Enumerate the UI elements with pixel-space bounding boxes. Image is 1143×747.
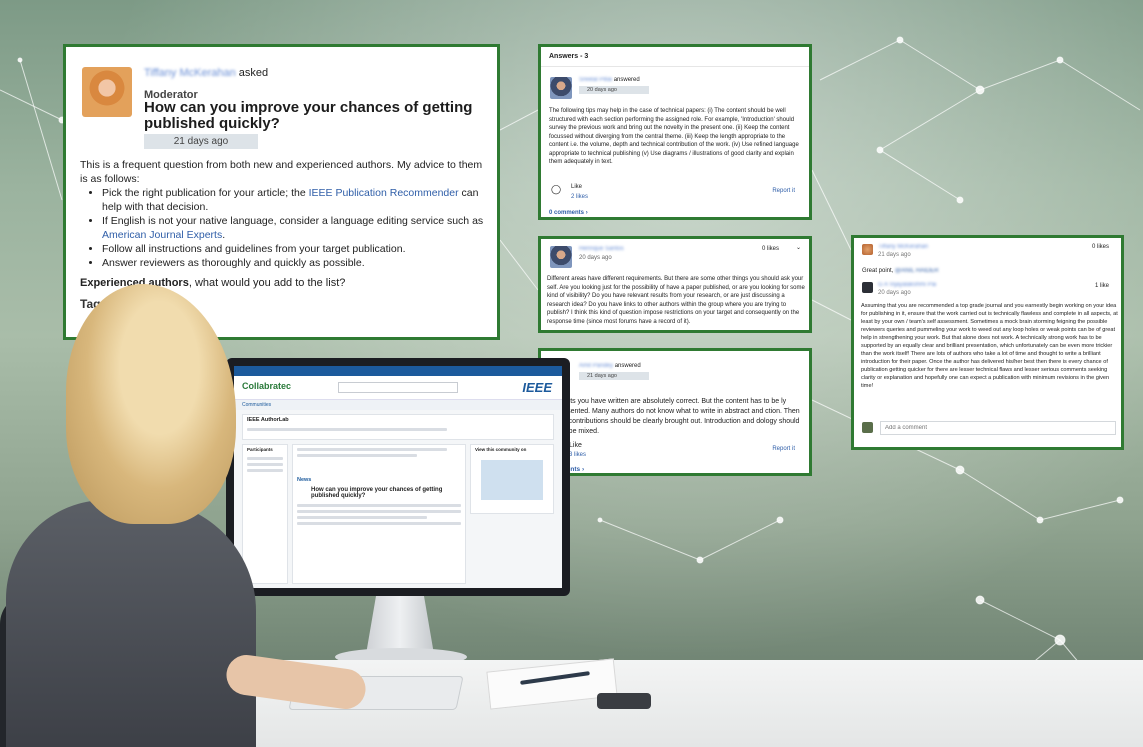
answer-date: 20 days ago [579, 255, 612, 261]
answerer-line: Sreelal Pillai answered [579, 77, 640, 83]
communities-nav[interactable]: Communities [234, 400, 562, 410]
answer-text: points you have written are absolutely c… [557, 398, 800, 435]
add-comment-input[interactable] [880, 421, 1116, 435]
like-button[interactable]: Like [569, 442, 582, 449]
publication-recommender-link[interactable]: IEEE Publication Recommender [309, 187, 459, 199]
monitor-screen: Collabratec IEEE Communities IEEE Author… [234, 366, 562, 588]
poster-avatar[interactable] [862, 244, 873, 255]
view-community-panel: View this community on [470, 444, 554, 514]
question-body: This is a frequent question from both ne… [80, 158, 488, 290]
answerer-line: Amit Pandey answered [579, 363, 641, 369]
answers-card: Answers - 3 Sreelal Pillai answered 20 d… [538, 44, 812, 220]
ieee-logo[interactable]: IEEE [522, 380, 552, 395]
answer-date: 21 days ago [579, 372, 649, 380]
list-item: Follow all instructions and guidelines f… [102, 242, 488, 256]
greeting-line: Great point, @ANIL HAIDER [862, 268, 939, 274]
chevron-down-icon[interactable]: ⌄ [796, 244, 801, 253]
replier-likes[interactable]: 1 like [1095, 282, 1109, 291]
answer-text: Different areas have different requireme… [547, 276, 805, 325]
answerer-name-link[interactable]: Sreelal Pillai [579, 77, 612, 83]
list-item: If English is not your native language, … [102, 214, 488, 242]
list-item: Pick the right publication for your arti… [102, 186, 488, 214]
chevron-right-icon: › [585, 210, 588, 216]
reply-text: Assuming that you are recommended a top … [861, 303, 1118, 389]
answer-date: 20 days ago [579, 86, 649, 94]
answer3-card: Amit Pandey answered 21 days ago points … [538, 348, 812, 476]
asker-name-link[interactable]: Tiffany McKerahan [144, 67, 236, 79]
answerer-name-link[interactable]: Amit Pandey [579, 363, 613, 369]
app-header: Collabratec IEEE [234, 376, 562, 400]
replier-avatar[interactable] [862, 282, 873, 293]
background-scene: Tiffany McKerahan asked Moderator How ca… [0, 0, 1143, 747]
phone [597, 693, 651, 709]
lightbulb-icon[interactable]: ◯ [551, 184, 561, 195]
woman-body [6, 500, 256, 747]
comments-toggle[interactable]: 0 comments › [549, 209, 588, 217]
comment-thread-card: Tiffany McKerahan 21 days ago 0 likes Gr… [851, 235, 1124, 450]
likes-count[interactable]: 2 likes [571, 193, 588, 202]
report-link[interactable]: Report it [772, 446, 795, 452]
chevron-right-icon: › [581, 466, 585, 473]
report-link[interactable]: Report it [772, 187, 795, 196]
question-intro: This is a frequent question from both ne… [80, 159, 483, 185]
mention-link[interactable]: @ANIL HAIDER [895, 268, 939, 274]
replier-date: 20 days ago [878, 290, 911, 296]
asker-line: Tiffany McKerahan asked [144, 67, 268, 79]
community-header: IEEE AuthorLab [242, 414, 554, 440]
collabratec-logo[interactable]: Collabratec [242, 381, 291, 391]
asked-word: asked [238, 67, 269, 79]
like-button[interactable]: Like [571, 183, 582, 192]
likes-count[interactable]: 0 likes [762, 245, 779, 254]
advice-list: Pick the right publication for your arti… [102, 186, 488, 270]
feed-panel: News How can you improve your chances of… [292, 444, 466, 584]
list-item: Answer reviewers as thoroughly and quick… [102, 256, 488, 270]
american-journal-experts-link[interactable]: American Journal Experts [102, 229, 222, 241]
answerer-name-link[interactable]: Henrique Santos [579, 245, 624, 254]
answers-count-header: Answers - 3 [541, 47, 809, 67]
asker-avatar[interactable] [82, 67, 132, 117]
answerer-avatar[interactable] [550, 77, 572, 99]
mini-question-title[interactable]: How can you improve your chances of gett… [293, 485, 465, 501]
answer2-card: Henrique Santos 20 days ago 0 likes ⌄ Di… [538, 236, 812, 333]
monitor: Collabratec IEEE Communities IEEE Author… [226, 358, 570, 596]
poster-date: 21 days ago [878, 252, 911, 258]
likes-count[interactable]: 3 likes [569, 452, 586, 458]
search-input[interactable] [338, 382, 458, 393]
poster-likes[interactable]: 0 likes [1092, 243, 1109, 252]
answerer-avatar[interactable] [550, 246, 572, 268]
own-avatar [862, 422, 873, 433]
top-bar [234, 366, 562, 376]
participants-panel: Participants [242, 444, 288, 584]
question-title: How can you improve your chances of gett… [144, 99, 473, 132]
answer-text: The following tips may help in the case … [549, 108, 799, 165]
question-date: 21 days ago [144, 134, 258, 149]
